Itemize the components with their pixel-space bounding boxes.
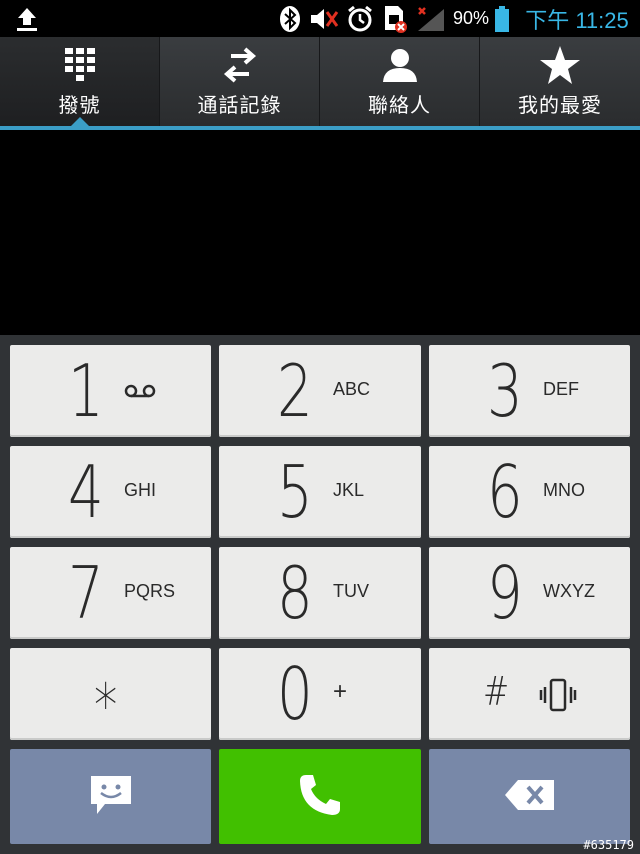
key-digit: * <box>94 671 118 741</box>
key-letters: JKL <box>333 480 365 500</box>
message-button[interactable] <box>10 749 211 844</box>
dialpad-icon <box>63 45 97 85</box>
key-letters: PQRS <box>124 581 176 601</box>
key-letters: WXYZ <box>543 581 595 601</box>
key-digit: 9 <box>487 551 523 635</box>
key-hash[interactable]: # <box>429 648 630 740</box>
key-digit: 7 <box>68 551 104 635</box>
key-digit: 6 <box>487 450 523 534</box>
key-0[interactable]: 0 + <box>219 648 421 740</box>
alarm-icon <box>344 0 376 37</box>
key-6[interactable]: 6 MNO <box>429 446 630 538</box>
signal-none-icon <box>414 0 448 37</box>
key-digit: 8 <box>277 551 313 635</box>
key-star[interactable]: * <box>10 648 211 741</box>
tab-contacts[interactable]: 聯絡人 <box>320 37 480 126</box>
key-9[interactable]: 9 WXYZ <box>429 547 630 639</box>
tab-call-log[interactable]: 通話記錄 <box>160 37 320 126</box>
delete-button[interactable] <box>429 749 630 844</box>
key-letters: GHI <box>124 480 157 500</box>
tab-label: 通話記錄 <box>197 93 282 117</box>
clock: 下午 11:25 <box>525 7 629 33</box>
key-digit: 0 <box>277 652 313 736</box>
key-letters: DEF <box>543 379 579 399</box>
active-tab-indicator <box>70 117 89 126</box>
message-icon <box>87 772 135 822</box>
tab-label: 聯絡人 <box>368 93 431 117</box>
key-digit: 1 <box>68 349 104 433</box>
key-digit: 2 <box>277 349 313 433</box>
key-digit: # <box>483 669 510 715</box>
key-3[interactable]: 3 DEF <box>429 345 630 437</box>
voicemail-icon <box>124 383 156 404</box>
call-button[interactable] <box>219 749 421 844</box>
status-bar: 90% 下午 11:25 <box>0 0 640 37</box>
key-letters: TUV <box>333 581 369 601</box>
tab-favorites[interactable]: 我的最愛 <box>480 37 640 126</box>
number-display[interactable] <box>0 130 640 335</box>
key-8[interactable]: 8 TUV <box>219 547 421 639</box>
key-digit: 5 <box>277 450 313 534</box>
dialpad: 1 2 ABC 3 DEF 4 GHI 5 JKL 6 MNO 7 PQRS 8… <box>0 335 640 854</box>
tab-bar: 撥號 通話記錄 聯絡人 我的最愛 <box>0 37 640 126</box>
backspace-icon <box>504 778 556 816</box>
tab-dialer[interactable]: 撥號 <box>0 37 160 126</box>
bluetooth-icon <box>276 0 304 37</box>
star-icon <box>539 45 581 85</box>
call-log-icon <box>223 45 257 85</box>
battery-icon <box>491 0 513 37</box>
phone-icon <box>296 771 344 823</box>
volume-muted-icon <box>306 0 342 37</box>
tab-label: 撥號 <box>58 93 101 117</box>
contact-icon <box>381 45 419 85</box>
sim-error-icon <box>380 0 410 37</box>
battery-percent: 90% <box>452 8 490 28</box>
key-digit: 4 <box>68 450 104 534</box>
watermark: #635179 <box>583 838 634 852</box>
key-5[interactable]: 5 JKL <box>219 446 421 538</box>
upload-icon <box>10 0 44 37</box>
key-digit: 3 <box>487 349 523 433</box>
key-letters: ABC <box>333 379 371 399</box>
key-7[interactable]: 7 PQRS <box>10 547 211 639</box>
tab-label: 我的最愛 <box>518 93 602 117</box>
key-4[interactable]: 4 GHI <box>10 446 211 538</box>
key-letters: MNO <box>543 480 585 500</box>
vibrate-icon <box>539 678 577 717</box>
key-letters: + <box>333 678 348 705</box>
key-1[interactable]: 1 <box>10 345 211 437</box>
key-2[interactable]: 2 ABC <box>219 345 421 437</box>
